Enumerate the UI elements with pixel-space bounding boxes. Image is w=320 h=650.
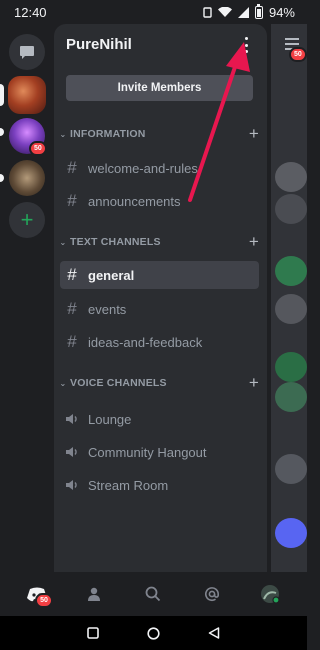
nav-search[interactable] [137,578,169,610]
category-label: VOICE CHANNELS [70,377,167,389]
signal-icon [237,6,249,18]
voice-channel-community-hangout[interactable]: Community Hangout [60,438,259,466]
category-voice-channels[interactable]: ⌄ VOICE CHANNELS + [58,373,263,393]
chevron-down-icon: ⌄ [59,378,67,388]
back-icon[interactable] [208,627,220,639]
add-channel-icon[interactable]: + [249,373,259,393]
channel-events[interactable]: # events [60,295,259,323]
server-rail: 50 + [0,24,54,572]
unread-indicator [0,128,4,136]
nav-friends[interactable] [79,578,111,610]
hash-icon: # [67,299,77,318]
speaker-icon [62,479,82,491]
category-text-channels[interactable]: ⌄ TEXT CHANNELS + [58,232,263,252]
wifi-icon [217,6,232,17]
server-icon-3[interactable] [9,160,45,196]
peek-mention-badge: 50 [289,47,307,62]
chevron-down-icon: ⌄ [59,237,67,247]
profile-icon [260,585,280,604]
add-server-icon: + [20,207,34,232]
server-name[interactable]: PureNihil [66,36,132,53]
status-icons: 94% [203,3,295,20]
add-server-button[interactable]: + [9,202,45,238]
selected-server-indicator [0,84,4,106]
blurred-avatar [275,194,307,224]
channel-label: Stream Room [88,477,169,493]
home-mention-badge: 50 [35,593,53,608]
nav-profile[interactable] [254,578,286,610]
battery-level: 94% [268,4,295,20]
notification-icon [203,6,212,18]
channel-label: general [88,267,135,283]
channel-ideas-and-feedback[interactable]: # ideas-and-feedback [60,328,259,356]
mentions-icon [204,587,219,602]
add-channel-icon[interactable]: + [249,124,259,144]
channel-label: events [88,301,127,317]
battery-icon [254,3,263,19]
channel-label: Lounge [88,411,132,427]
speaker-icon [62,413,82,425]
direct-messages-button[interactable] [9,34,45,70]
speaker-icon [62,446,82,458]
hash-icon: # [67,191,77,210]
server-mention-badge: 50 [29,141,47,156]
chat-peek-column[interactable]: 50 [271,24,307,572]
system-nav [0,616,307,650]
dm-icon [20,45,34,59]
friends-icon [88,587,101,601]
recents-icon[interactable] [87,627,99,639]
blurred-avatar [275,352,307,382]
hash-icon: # [67,265,77,284]
bottom-nav: 50 [0,572,307,616]
add-channel-icon[interactable]: + [249,232,259,252]
blurred-avatar [275,256,307,286]
nav-home[interactable]: 50 [21,578,53,610]
voice-channel-lounge[interactable]: Lounge [60,405,259,433]
chevron-down-icon: ⌄ [59,129,67,139]
nav-mentions[interactable] [196,578,228,610]
channel-label: Community Hangout [88,444,207,460]
home-circle-icon[interactable] [147,626,160,640]
annotation-arrow [188,42,250,202]
hash-icon: # [67,332,77,351]
channel-label: announcements [88,193,181,209]
blurred-avatar [275,454,307,484]
blurred-avatar [275,382,307,412]
unread-indicator [0,174,4,182]
status-bar: 12:40 94% [0,0,307,24]
blurred-avatar [275,162,307,192]
voice-channel-stream-room[interactable]: Stream Room [60,471,259,499]
channel-label: ideas-and-feedback [88,334,203,350]
category-label: INFORMATION [70,128,146,140]
channel-general[interactable]: # general [60,261,259,289]
server-icon-purenihil[interactable] [8,76,46,114]
search-icon [146,586,161,602]
discord-avatar [275,518,307,548]
hash-icon: # [67,158,77,177]
blurred-avatar [275,294,307,324]
category-label: TEXT CHANNELS [70,236,161,248]
status-time: 12:40 [14,4,47,20]
